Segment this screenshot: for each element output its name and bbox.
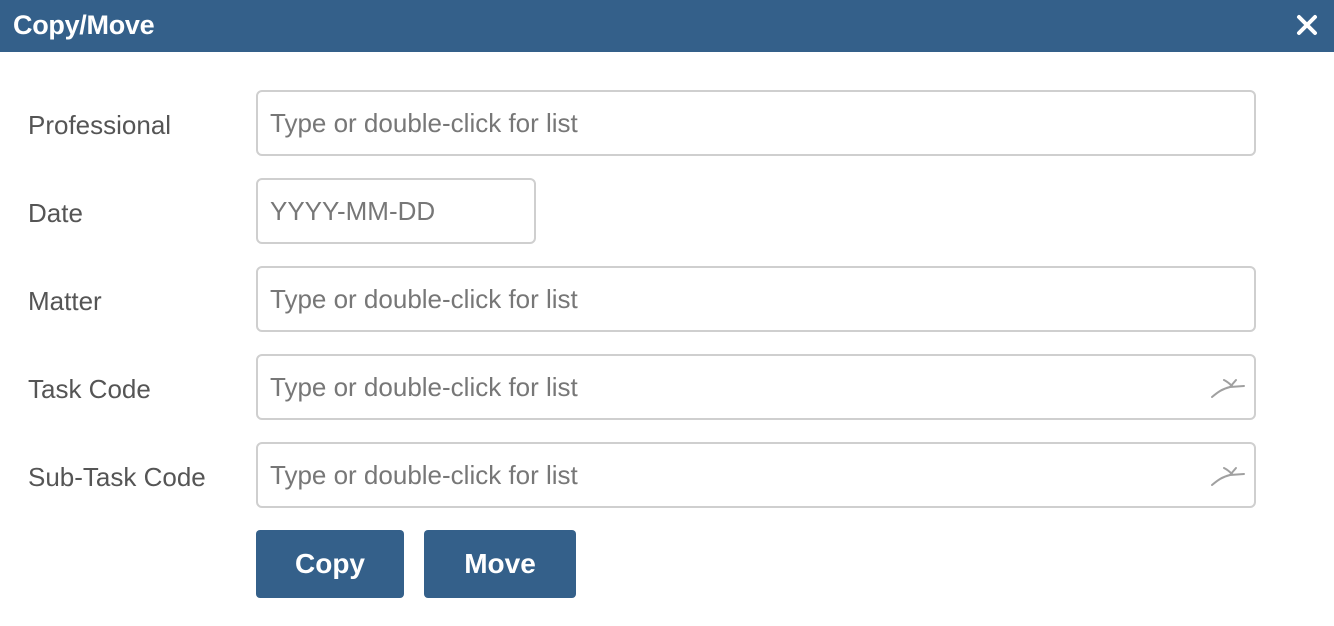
date-field-box [256, 178, 536, 244]
matter-input[interactable] [258, 268, 1254, 330]
lookup-arrow-icon[interactable] [1210, 376, 1246, 400]
dialog-titlebar: Copy/Move [0, 0, 1334, 52]
copy-move-dialog: Copy/Move Professional Date Matter Task … [0, 0, 1334, 626]
matter-label: Matter [28, 286, 102, 316]
matter-field-box [256, 266, 1256, 332]
move-button[interactable]: Move [424, 530, 576, 598]
copy-button[interactable]: Copy [256, 530, 404, 598]
task-code-label: Task Code [28, 374, 151, 404]
professional-label: Professional [28, 110, 172, 140]
sub-task-code-field-box [256, 442, 1256, 508]
lookup-arrow-icon[interactable] [1210, 464, 1246, 488]
task-code-input[interactable] [258, 356, 1254, 418]
date-label: Date [28, 198, 83, 228]
professional-field-box [256, 90, 1256, 156]
task-code-field-box [256, 354, 1256, 420]
close-icon[interactable] [1294, 12, 1320, 38]
date-input[interactable] [258, 180, 534, 242]
professional-input[interactable] [258, 92, 1254, 154]
dialog-title: Copy/Move [13, 10, 155, 40]
sub-task-code-input[interactable] [258, 444, 1254, 506]
sub-task-code-label: Sub-Task Code [28, 462, 206, 492]
